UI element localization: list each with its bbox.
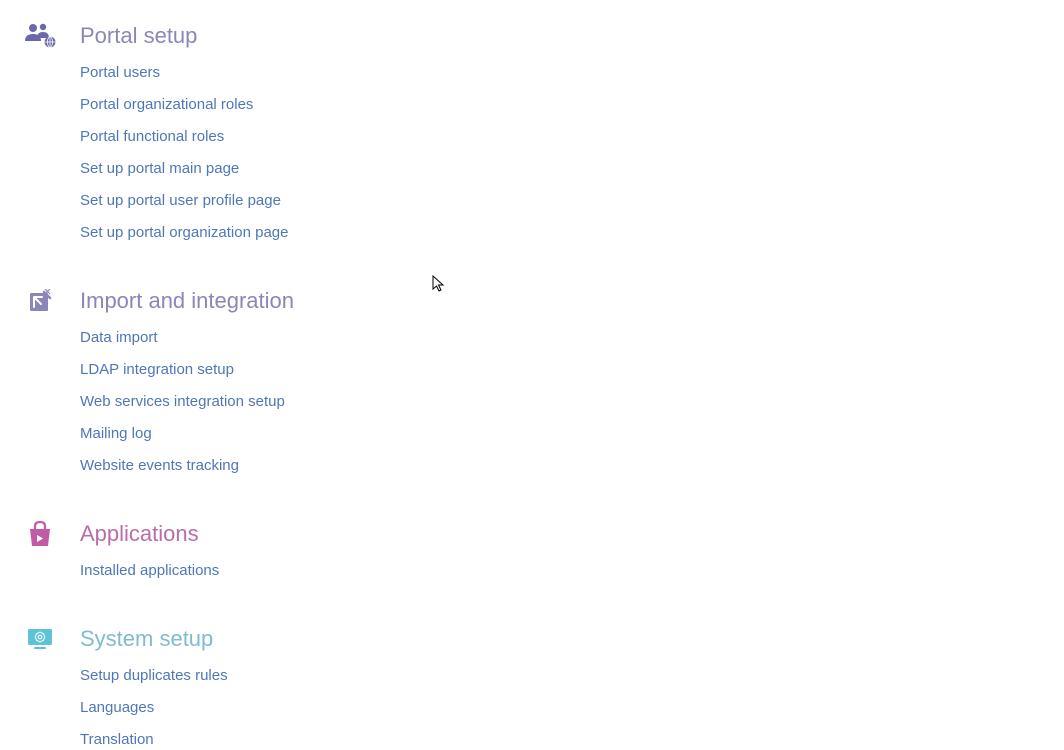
link-portal-users[interactable]: Portal users	[80, 62, 160, 83]
users-globe-icon	[23, 22, 57, 50]
section-system: System setup Setup duplicates rules Lang…	[23, 625, 1064, 750]
link-translation[interactable]: Translation	[80, 729, 154, 750]
section-title-system: System setup	[80, 626, 213, 652]
section-title-import: Import and integration	[80, 288, 294, 314]
links-applications: Installed applications	[23, 560, 1064, 581]
section-portal: Portal setup Portal users Portal organiz…	[23, 22, 1064, 243]
link-website-events[interactable]: Website events tracking	[80, 455, 239, 476]
link-languages[interactable]: Languages	[80, 697, 154, 718]
import-icon	[23, 287, 57, 315]
section-header-import: Import and integration	[23, 287, 1064, 315]
link-portal-org-page[interactable]: Set up portal organization page	[80, 222, 288, 243]
link-mailing-log[interactable]: Mailing log	[80, 423, 152, 444]
section-header-applications: Applications	[23, 520, 1064, 548]
section-applications: Applications Installed applications	[23, 520, 1064, 581]
shopping-bag-icon	[23, 520, 57, 548]
monitor-gear-icon	[23, 625, 57, 653]
link-data-import[interactable]: Data import	[80, 327, 158, 348]
section-import: Import and integration Data import LDAP …	[23, 287, 1064, 476]
links-import: Data import LDAP integration setup Web s…	[23, 327, 1064, 476]
link-portal-user-profile[interactable]: Set up portal user profile page	[80, 190, 281, 211]
section-title-applications: Applications	[80, 521, 199, 547]
link-ldap[interactable]: LDAP integration setup	[80, 359, 234, 380]
section-title-portal: Portal setup	[80, 23, 197, 49]
link-portal-main-page[interactable]: Set up portal main page	[80, 158, 239, 179]
link-installed-apps[interactable]: Installed applications	[80, 560, 219, 581]
link-portal-func-roles[interactable]: Portal functional roles	[80, 126, 224, 147]
link-duplicates-rules[interactable]: Setup duplicates rules	[80, 665, 228, 686]
link-web-services[interactable]: Web services integration setup	[80, 391, 285, 412]
links-system: Setup duplicates rules Languages Transla…	[23, 665, 1064, 750]
links-portal: Portal users Portal organizational roles…	[23, 62, 1064, 243]
link-portal-org-roles[interactable]: Portal organizational roles	[80, 94, 253, 115]
section-header-portal: Portal setup	[23, 22, 1064, 50]
section-header-system: System setup	[23, 625, 1064, 653]
